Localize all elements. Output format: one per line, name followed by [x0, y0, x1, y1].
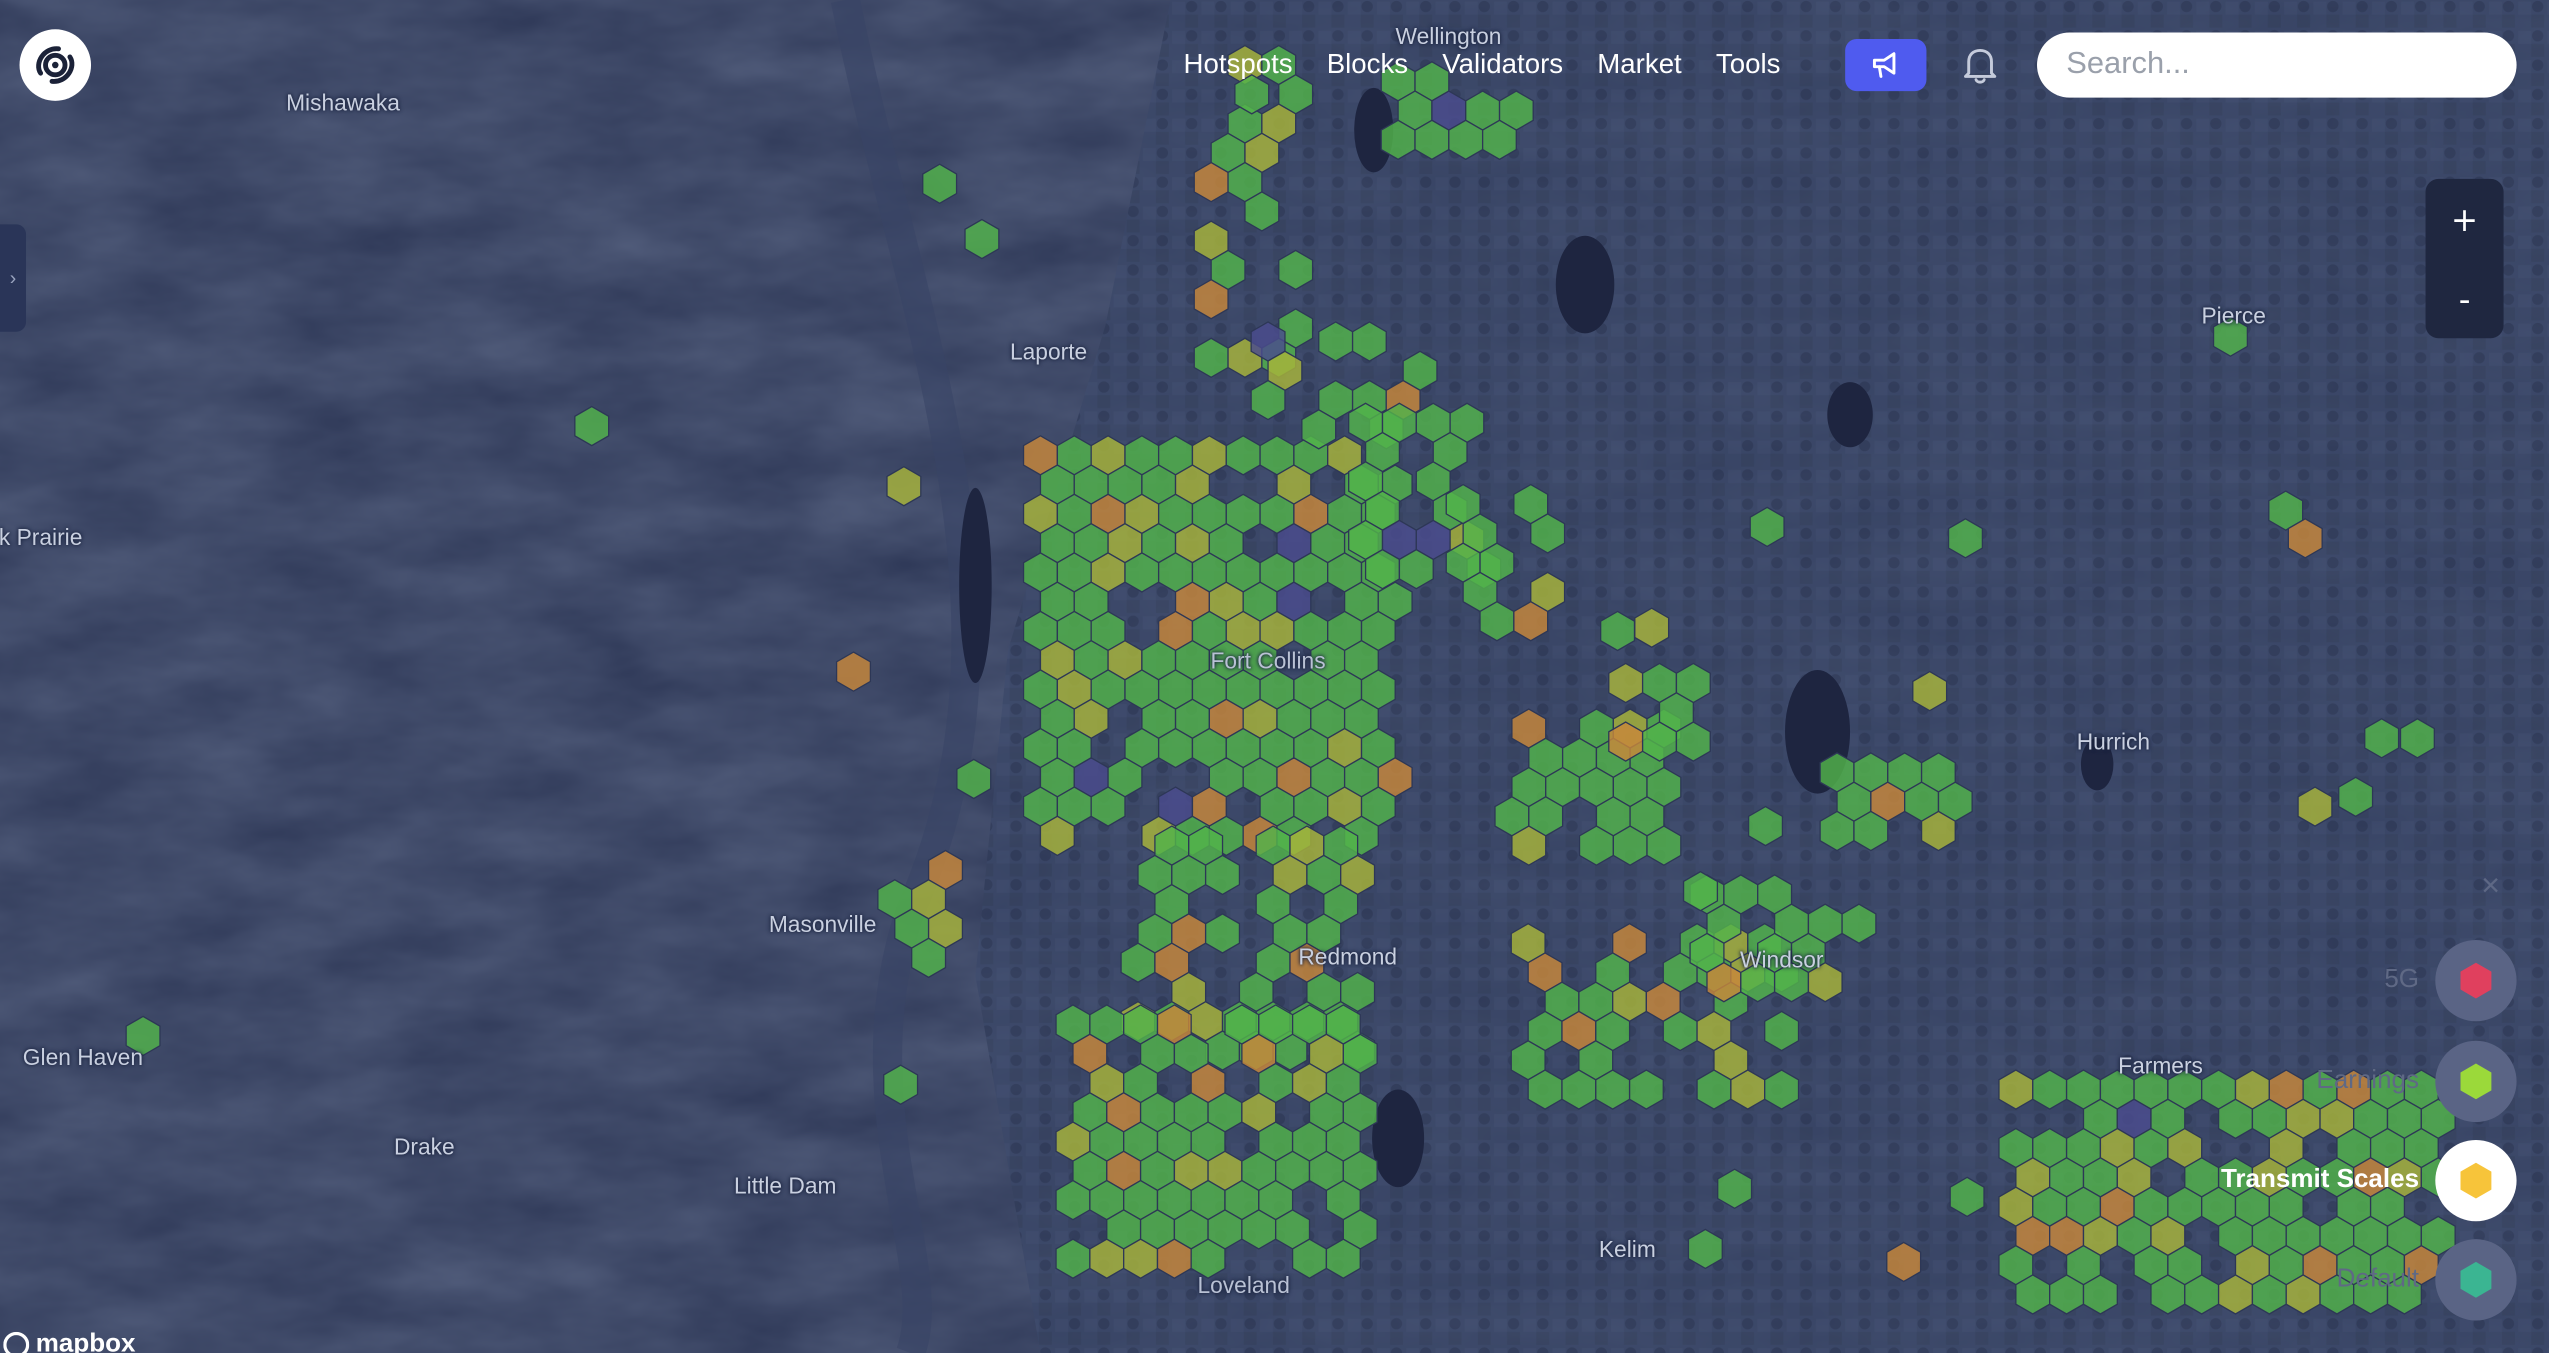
mapbox-icon	[3, 1331, 30, 1353]
layer-button[interactable]	[2435, 939, 2517, 1022]
nav-tools[interactable]: Tools	[1716, 46, 1781, 85]
place-label: Masonville	[768, 910, 877, 937]
megaphone-icon	[1872, 52, 1896, 78]
zoom-in-button[interactable]: +	[2426, 179, 2504, 259]
zoom-controls: + -	[2425, 178, 2504, 339]
place-label: Windsor	[1740, 946, 1824, 973]
lake	[1555, 235, 1615, 334]
layer-label: Default	[2336, 1265, 2420, 1293]
layer-option-5g[interactable]: 5G	[2384, 939, 2517, 1022]
hexagon-icon	[2460, 962, 2492, 999]
search-input[interactable]	[2037, 32, 2517, 98]
announcements-button[interactable]	[1845, 39, 1927, 92]
nav-blocks[interactable]: Blocks	[1327, 46, 1408, 85]
nav-market[interactable]: Market	[1597, 46, 1681, 85]
hexagon-icon	[2460, 1162, 2492, 1199]
place-label: k Prairie	[0, 523, 83, 550]
layer-option-earnings[interactable]: Earnings	[2316, 1040, 2517, 1123]
layer-switcher: × 5G Earnings Transmit Scales Default	[1996, 870, 2517, 1353]
sidebar-toggle[interactable]: ›	[0, 224, 27, 332]
layer-button[interactable]	[2435, 1139, 2517, 1222]
layer-option-default[interactable]: Default	[2336, 1239, 2517, 1321]
helium-logo[interactable]	[19, 29, 92, 101]
place-label: Hurrich	[2076, 728, 2151, 755]
hexagon-icon	[2460, 1063, 2492, 1100]
mapbox-attribution[interactable]: mapbox	[3, 1330, 135, 1353]
helium-logo-icon	[36, 46, 75, 84]
place-label: Drake	[393, 1133, 455, 1160]
place-label: Redmond	[1298, 943, 1398, 970]
bell-icon	[1964, 48, 1997, 84]
place-label: Mishawaka	[286, 89, 400, 116]
app-root: Wellington Mishawaka Laporte k Prairie F…	[0, 0, 2549, 1353]
top-nav: Hotspots Blocks Validators Market Tools	[1184, 46, 1815, 85]
notifications-button[interactable]	[1957, 42, 2003, 88]
place-label: Little Dam	[733, 1172, 837, 1199]
place-label: Fort Collins	[1210, 647, 1326, 674]
layer-label: Transmit Scales	[2220, 1165, 2420, 1194]
place-label: Loveland	[1197, 1271, 1290, 1298]
lake	[959, 487, 992, 684]
lake	[1372, 1089, 1425, 1188]
layer-button[interactable]	[2435, 1239, 2517, 1321]
layer-button[interactable]	[2435, 1040, 2517, 1123]
close-icon[interactable]: ×	[2474, 870, 2507, 903]
layer-label: Earnings	[2316, 1066, 2420, 1095]
zoom-out-button[interactable]: -	[2426, 259, 2504, 339]
place-label: Kelim	[1598, 1235, 1656, 1262]
hexagon-icon	[2460, 1261, 2492, 1298]
place-label: Pierce	[2201, 302, 2266, 329]
mapbox-label: mapbox	[35, 1330, 136, 1353]
nav-hotspots[interactable]: Hotspots	[1184, 46, 1293, 85]
layer-option-transmit-scales[interactable]: Transmit Scales	[2220, 1139, 2517, 1222]
layer-label: 5G	[2384, 965, 2420, 994]
stage: Wellington Mishawaka Laporte k Prairie F…	[0, 0, 2549, 1353]
lake	[1827, 382, 1873, 448]
nav-validators[interactable]: Validators	[1442, 46, 1563, 85]
place-label: Glen Haven	[22, 1044, 144, 1071]
place-label: Laporte	[1009, 338, 1088, 365]
